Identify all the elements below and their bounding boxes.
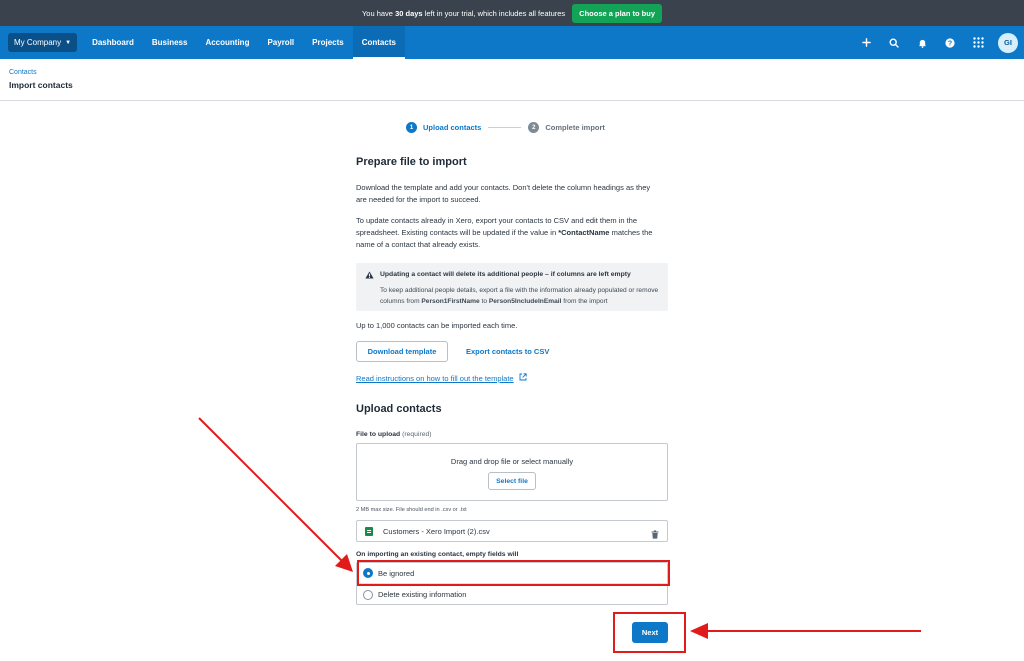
- warning-box: Updating a contact will delete its addit…: [356, 263, 668, 311]
- annotation-arrow-left: [690, 623, 921, 639]
- bell-icon[interactable]: [908, 26, 936, 59]
- trial-banner: You have 30 days left in your trial, whi…: [0, 0, 1024, 26]
- warning-title: Updating a contact will delete its addit…: [380, 271, 631, 278]
- step-connector: [488, 127, 522, 128]
- warning-body: To keep additional people details, expor…: [380, 287, 659, 305]
- nav-payroll[interactable]: Payroll: [258, 26, 303, 59]
- choose-plan-button[interactable]: Choose a plan to buy: [572, 3, 663, 23]
- upload-heading: Upload contacts: [356, 403, 442, 415]
- instructions-link-text: Read instructions on how to fill out the…: [356, 373, 514, 383]
- nav-actions: ? GI: [852, 26, 1018, 59]
- radio-label-delete-existing: Delete existing information: [378, 590, 467, 599]
- dropzone-text: Drag and drop file or select manually: [450, 457, 574, 466]
- help-icon[interactable]: ?: [936, 26, 964, 59]
- nav-projects[interactable]: Projects: [303, 26, 353, 59]
- search-icon[interactable]: [880, 26, 908, 59]
- prepare-paragraph-1: Download the template and add your conta…: [356, 183, 651, 204]
- radio-be-ignored[interactable]: [363, 568, 373, 578]
- org-name: My Company: [14, 38, 62, 47]
- trial-text: You have 30 days left in your trial, whi…: [361, 8, 566, 18]
- download-template-button[interactable]: Download template: [356, 341, 448, 362]
- export-contacts-link[interactable]: Export contacts to CSV: [466, 347, 549, 356]
- breadcrumb[interactable]: Contacts: [9, 69, 37, 76]
- uploaded-file-row: Customers - Xero Import (2).csv: [356, 520, 668, 542]
- radio-label-be-ignored: Be ignored: [378, 568, 415, 578]
- page-header: Contacts Import contacts: [0, 59, 1024, 101]
- trash-icon[interactable]: [651, 526, 659, 544]
- caret-down-icon: ▼: [65, 39, 72, 46]
- step-2-label: Complete import: [545, 123, 605, 132]
- uploaded-file-name: Customers - Xero Import (2).csv: [383, 526, 490, 536]
- prepare-paragraph-2: To update contacts already in Xero, expo…: [356, 216, 653, 249]
- empty-fields-radio-group: Be ignored Delete existing information: [356, 562, 668, 605]
- radio-option-delete-existing[interactable]: Delete existing information: [357, 584, 667, 605]
- main-nav: My Company ▼ Dashboard Business Accounti…: [0, 26, 1024, 59]
- prepare-heading: Prepare file to import: [356, 156, 467, 168]
- file-upload-label: File to upload (required): [356, 431, 432, 438]
- nav-dashboard[interactable]: Dashboard: [83, 26, 143, 59]
- import-stepper: 1 Upload contacts 2 Complete import: [406, 122, 605, 133]
- warning-icon: [365, 271, 374, 281]
- step-1-label: Upload contacts: [423, 123, 482, 132]
- step-1-number: 1: [406, 122, 417, 133]
- step-2-number: 2: [528, 122, 540, 133]
- annotation-arrow-diagonal: [198, 417, 353, 572]
- radio-option-be-ignored[interactable]: Be ignored: [357, 563, 667, 584]
- instructions-link[interactable]: Read instructions on how to fill out the…: [356, 373, 527, 383]
- nav-contacts[interactable]: Contacts: [352, 26, 406, 59]
- nav-business[interactable]: Business: [143, 26, 197, 59]
- plus-icon[interactable]: [852, 26, 880, 59]
- svg-text:?: ?: [948, 40, 952, 47]
- next-button[interactable]: Next: [632, 622, 668, 643]
- import-limit-text: Up to 1,000 contacts can be imported eac…: [356, 321, 518, 330]
- apps-grid-icon[interactable]: [964, 26, 992, 59]
- page-title: Import contacts: [9, 80, 73, 90]
- avatar[interactable]: GI: [998, 32, 1018, 53]
- external-link-icon: [519, 373, 527, 383]
- empty-fields-label: On importing an existing contact, empty …: [356, 551, 519, 558]
- select-file-button[interactable]: Select file: [488, 472, 536, 490]
- file-size-hint: 2 MB max size. File should end in .csv o…: [356, 507, 467, 513]
- org-switcher[interactable]: My Company ▼: [8, 33, 78, 52]
- spreadsheet-file-icon: [365, 526, 373, 536]
- nav-accounting[interactable]: Accounting: [196, 26, 258, 59]
- radio-delete-existing[interactable]: [363, 589, 373, 600]
